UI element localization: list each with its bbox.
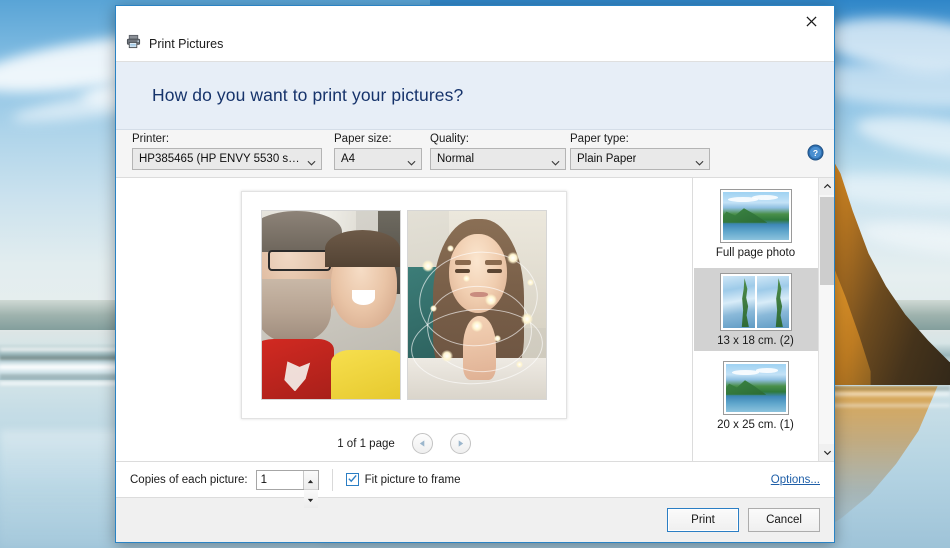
- photo-subject-girl-smile: [351, 289, 376, 305]
- options-link[interactable]: Options...: [771, 474, 820, 486]
- chevron-down-icon: [823, 444, 832, 462]
- help-icon[interactable]: ?: [807, 144, 824, 161]
- quality-select[interactable]: Normal: [430, 148, 566, 170]
- photo-fairy-light-bulb: [421, 259, 434, 272]
- paper-size-select[interactable]: A4: [334, 148, 422, 170]
- paper-type-select[interactable]: Plain Paper: [570, 148, 710, 170]
- quality-selected-value: Normal: [437, 153, 475, 165]
- photo-subject-man-beard: [262, 278, 331, 343]
- photo-fairy-light-bulb: [485, 293, 498, 306]
- print-pictures-dialog: Print Pictures How do you want to print …: [115, 5, 835, 543]
- preview-page-sheet[interactable]: [241, 191, 567, 419]
- copies-stepper[interactable]: [255, 469, 319, 508]
- copies-spin-buttons: [302, 470, 318, 508]
- chevron-up-icon: [823, 178, 832, 196]
- layout-thumbnail-image: [756, 276, 789, 328]
- triangle-up-icon: [307, 471, 314, 489]
- scrollbar-thumb[interactable]: [820, 197, 834, 285]
- chevron-down-icon: [307, 155, 316, 166]
- layout-panel-scrollbar[interactable]: [818, 178, 834, 461]
- window-title: Print Pictures: [149, 37, 224, 51]
- triangle-down-icon: [307, 490, 314, 508]
- photo-fairy-light-bulb: [526, 278, 534, 286]
- scrollbar-track[interactable]: [819, 195, 834, 444]
- layout-list: Full page photo 13 x 18 cm. (2) 20 x 25 …: [693, 178, 818, 461]
- layout-item-13x18cm-2[interactable]: 13 x 18 cm. (2): [693, 268, 818, 351]
- paper-size-label: Paper size:: [334, 133, 392, 145]
- paper-type-label: Paper type:: [570, 133, 629, 145]
- photo-subject-girl-hair: [325, 229, 400, 268]
- check-icon: [347, 471, 358, 489]
- scroll-down-button[interactable]: [819, 444, 834, 461]
- print-button[interactable]: Print: [667, 508, 739, 532]
- photo-fairy-light-bulb: [521, 312, 534, 325]
- options-bar: Copies of each picture: 1 Fit picture to…: [116, 461, 834, 508]
- next-page-button[interactable]: [449, 433, 471, 454]
- quality-field-group: Quality: Normal: [430, 133, 566, 170]
- cancel-button[interactable]: Cancel: [748, 508, 820, 532]
- chevron-down-icon: [407, 155, 416, 166]
- checkbox-box: [345, 471, 359, 489]
- preview-photo-man-and-girl-selfie: [261, 210, 401, 400]
- triangle-right-icon: [456, 435, 465, 453]
- layout-item-label: 13 x 18 cm. (2): [717, 335, 794, 347]
- paper-size-field-group: Paper size: A4: [334, 133, 422, 170]
- photo-subject-girl-yellow-top: [331, 350, 400, 399]
- photo-fairy-light-bulb: [446, 244, 454, 252]
- layout-thumbnail: [722, 361, 789, 415]
- copies-increment-button[interactable]: [303, 470, 318, 490]
- printer-icon: [126, 34, 141, 54]
- quality-label: Quality:: [430, 133, 469, 145]
- layout-thumbnail: [719, 189, 792, 243]
- dialog-title-bar: Print Pictures: [116, 6, 834, 62]
- layout-item-label: 20 x 25 cm. (1): [717, 419, 794, 431]
- paper-size-selected-value: A4: [341, 153, 356, 165]
- fit-picture-to-frame-label: Fit picture to frame: [364, 473, 461, 486]
- paper-type-selected-value: Plain Paper: [577, 153, 637, 165]
- layout-thumbnail-image: [722, 276, 755, 328]
- layout-thumbnail: [719, 273, 792, 331]
- copies-input[interactable]: [256, 470, 303, 489]
- layout-panel: Full page photo 13 x 18 cm. (2) 20 x 25 …: [692, 178, 834, 461]
- dialog-headline-band: How do you want to print your pictures?: [116, 62, 834, 130]
- printer-selected-value: HP385465 (HP ENVY 5530 series): [139, 153, 301, 165]
- print-settings-bar: Printer: HP385465 (HP ENVY 5530 series) …: [116, 130, 834, 178]
- layout-thumbnail-image: [725, 364, 786, 412]
- page-navigation: 1 of 1 page: [337, 433, 471, 454]
- layout-item-20x25cm-1[interactable]: 20 x 25 cm. (1): [694, 356, 818, 435]
- printer-label: Printer:: [132, 133, 170, 145]
- previous-page-button[interactable]: [411, 433, 433, 454]
- copies-decrement-button[interactable]: [303, 489, 318, 508]
- photo-fairy-light-bulb: [493, 335, 501, 343]
- title-bar-identity: Print Pictures: [126, 34, 223, 54]
- printer-field-group: Printer: HP385465 (HP ENVY 5530 series): [132, 133, 322, 170]
- dialog-footer: Print Cancel: [116, 497, 834, 542]
- print-preview-area: 1 of 1 page: [116, 178, 692, 461]
- layout-item-label: Full page photo: [715, 247, 796, 259]
- layout-thumbnail-image: [722, 192, 789, 240]
- preview-photo-girl-with-fairy-lights: [407, 210, 547, 400]
- paper-type-field-group: Paper type: Plain Paper: [570, 133, 710, 170]
- close-button[interactable]: [789, 6, 834, 36]
- copies-label: Copies of each picture:: [130, 473, 248, 486]
- triangle-left-icon: [418, 435, 427, 453]
- page-status-text: 1 of 1 page: [337, 437, 395, 450]
- printer-select[interactable]: HP385465 (HP ENVY 5530 series): [132, 148, 322, 170]
- scroll-up-button[interactable]: [819, 178, 834, 195]
- chevron-down-icon: [551, 155, 560, 166]
- fit-picture-to-frame-checkbox[interactable]: Fit picture to frame: [345, 471, 461, 489]
- options-bar-divider: [331, 468, 333, 491]
- page-title: How do you want to print your pictures?: [152, 85, 464, 105]
- dialog-body: 1 of 1 page Full page photo 13 x 18 cm. …: [116, 178, 834, 461]
- svg-text:?: ?: [813, 148, 818, 158]
- chevron-down-icon: [695, 155, 704, 166]
- close-icon: [806, 15, 817, 27]
- layout-item-full-page-photo[interactable]: Full page photo: [694, 184, 818, 263]
- photo-subject-man-glasses: [267, 250, 331, 272]
